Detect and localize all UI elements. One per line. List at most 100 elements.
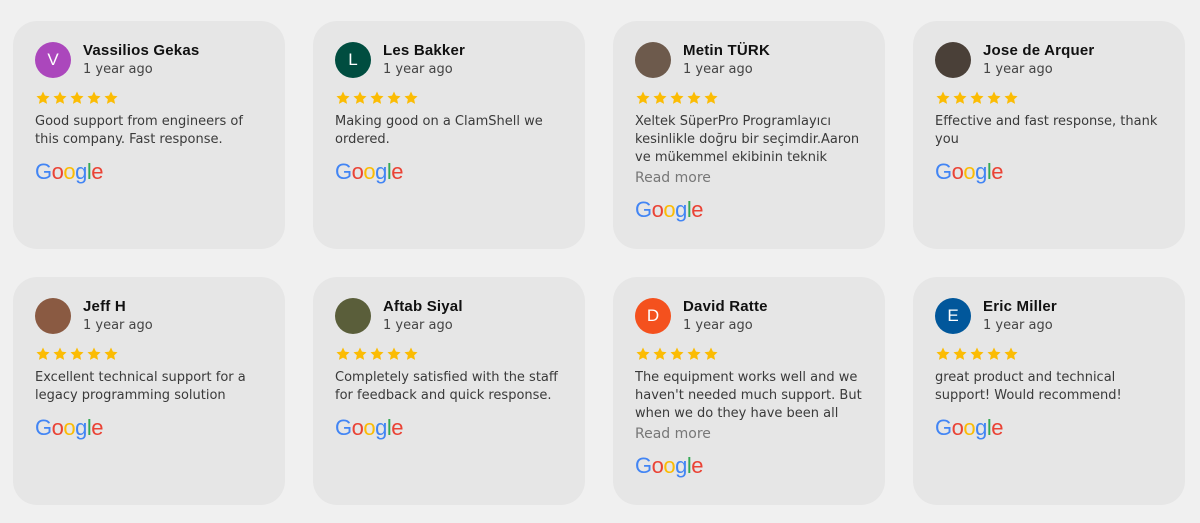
review-time: 1 year ago [383, 62, 453, 77]
review-card: D David Ratte 1 year ago The equipment w… [613, 277, 885, 505]
review-text: great product and technical support! Wou… [935, 370, 1122, 403]
avatar[interactable] [935, 42, 971, 78]
star-icon [70, 91, 84, 104]
star-rating [335, 346, 563, 364]
google-logo: Google [335, 159, 404, 184]
review-card: E Eric Miller 1 year ago great product a… [913, 277, 1185, 505]
review-card: Jose de Arquer 1 year ago Effective and … [913, 21, 1185, 249]
reviewer-info: Les Bakker 1 year ago [383, 42, 465, 78]
review-header: V Vassilios Gekas 1 year ago [35, 41, 263, 79]
reviewer-name[interactable]: Jeff H [83, 298, 153, 316]
review-time: 1 year ago [983, 318, 1053, 333]
star-icon [336, 347, 350, 360]
google-logo-wrapper[interactable]: Google [935, 415, 1163, 441]
reviewer-info: Metin TÜRK 1 year ago [683, 42, 770, 78]
avatar[interactable] [35, 298, 71, 334]
star-icon [687, 91, 701, 104]
google-logo: Google [935, 415, 1004, 440]
star-icon [970, 91, 984, 104]
reviewer-name[interactable]: Les Bakker [383, 42, 465, 60]
review-text: Good support from engineers of this comp… [35, 114, 243, 147]
review-time: 1 year ago [83, 318, 153, 333]
star-icon [670, 91, 684, 104]
star-rating [635, 90, 863, 108]
star-icon [404, 91, 418, 104]
reviewer-name[interactable]: Vassilios Gekas [83, 42, 199, 60]
review-time: 1 year ago [983, 62, 1053, 77]
review-text: Making good on a ClamShell we ordered. [335, 114, 543, 147]
star-icon [353, 347, 367, 360]
star-icon [1004, 91, 1018, 104]
review-header: E Eric Miller 1 year ago [935, 297, 1163, 335]
star-icon [53, 347, 67, 360]
review-time: 1 year ago [683, 62, 753, 77]
star-icon [104, 91, 118, 104]
star-icon [387, 347, 401, 360]
star-icon [36, 91, 50, 104]
star-icon [687, 347, 701, 360]
star-icon [704, 91, 718, 104]
review-header: Metin TÜRK 1 year ago [635, 41, 863, 79]
svg-text:Google: Google [35, 415, 103, 440]
review-card: V Vassilios Gekas 1 year ago Good suppor… [13, 21, 285, 249]
reviewer-name[interactable]: Jose de Arquer [983, 42, 1094, 60]
google-logo-wrapper[interactable]: Google [335, 415, 563, 441]
review-card: L Les Bakker 1 year ago Making good on a… [313, 21, 585, 249]
review-text: Xeltek SüperPro Programlayıcı kesinlikle… [635, 114, 860, 165]
star-icon [36, 347, 50, 360]
star-rating [35, 346, 263, 364]
review-card: Jeff H 1 year ago Excellent technical su… [13, 277, 285, 505]
read-more-link[interactable]: Read more [635, 425, 863, 443]
google-logo-wrapper[interactable]: Google [635, 453, 863, 479]
avatar[interactable]: L [335, 42, 371, 78]
google-logo: Google [35, 159, 104, 184]
star-icon [936, 347, 950, 360]
star-icon [336, 91, 350, 104]
reviewer-name[interactable]: David Ratte [683, 298, 768, 316]
star-icon [353, 91, 367, 104]
star-icon [636, 347, 650, 360]
google-logo-wrapper[interactable]: Google [35, 159, 263, 185]
star-icon [653, 347, 667, 360]
star-icon [370, 347, 384, 360]
star-icon [404, 347, 418, 360]
reviewer-name[interactable]: Aftab Siyal [383, 298, 463, 316]
svg-text:Google: Google [335, 415, 403, 440]
reviewer-info: Jeff H 1 year ago [83, 298, 153, 334]
review-text: The equipment works well and we haven't … [635, 370, 862, 421]
star-rating [935, 90, 1163, 108]
avatar[interactable] [335, 298, 371, 334]
star-icon [953, 91, 967, 104]
review-time: 1 year ago [83, 62, 153, 77]
review-text: Effective and fast response, thank you [935, 114, 1158, 147]
read-more-link[interactable]: Read more [635, 169, 863, 187]
reviewer-name[interactable]: Metin TÜRK [683, 42, 770, 60]
svg-text:Google: Google [35, 159, 103, 184]
review-text: Excellent technical support for a legacy… [35, 370, 246, 403]
svg-text:Google: Google [935, 159, 1003, 184]
star-rating [635, 346, 863, 364]
star-icon [87, 91, 101, 104]
star-icon [936, 91, 950, 104]
avatar[interactable] [635, 42, 671, 78]
review-time: 1 year ago [383, 318, 453, 333]
avatar[interactable]: E [935, 298, 971, 334]
google-logo-wrapper[interactable]: Google [635, 197, 863, 223]
star-icon [970, 347, 984, 360]
star-icon [670, 347, 684, 360]
star-icon [987, 91, 1001, 104]
reviewer-name[interactable]: Eric Miller [983, 298, 1057, 316]
google-logo-wrapper[interactable]: Google [335, 159, 563, 185]
star-icon [87, 347, 101, 360]
avatar[interactable]: D [635, 298, 671, 334]
star-icon [370, 91, 384, 104]
review-time: 1 year ago [683, 318, 753, 333]
svg-text:Google: Google [635, 197, 703, 222]
google-logo-wrapper[interactable]: Google [935, 159, 1163, 185]
star-rating [35, 90, 263, 108]
star-icon [104, 347, 118, 360]
google-logo-wrapper[interactable]: Google [35, 415, 263, 441]
reviews-grid: V Vassilios Gekas 1 year ago Good suppor… [0, 0, 1200, 523]
reviewer-info: David Ratte 1 year ago [683, 298, 768, 334]
avatar[interactable]: V [35, 42, 71, 78]
